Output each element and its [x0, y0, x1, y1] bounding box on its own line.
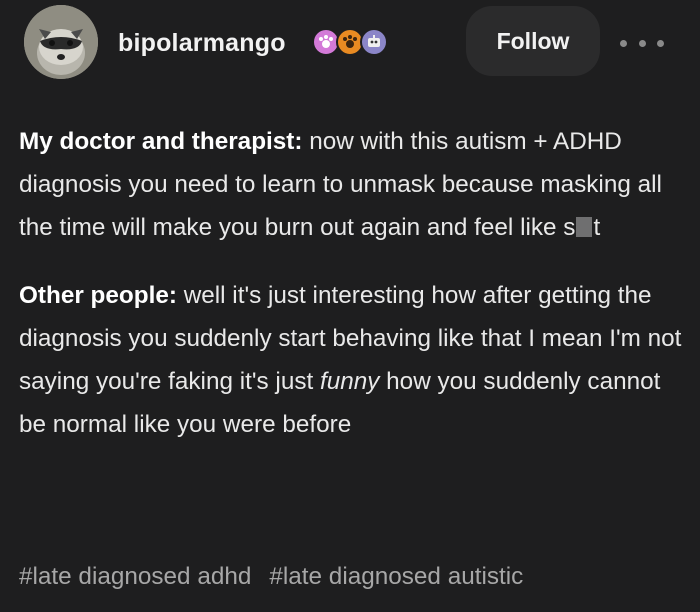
tag-link[interactable]: #late diagnosed adhd [19, 563, 251, 590]
username[interactable]: bipolarmango [118, 29, 286, 58]
post-tags: #late diagnosed adhd #late diagnosed auti… [19, 563, 541, 591]
user-avatar[interactable] [24, 5, 98, 79]
post-paragraph: My doctor and therapist: now with this a… [19, 120, 683, 249]
raccoon-avatar-icon [24, 5, 98, 79]
post-paragraph: Other people: well it's just interesting… [19, 274, 683, 446]
post-header: bipolarmango Follow [0, 0, 700, 90]
censor-block [576, 217, 593, 237]
speaker-label: Other people: [19, 282, 177, 309]
more-options-icon[interactable] [620, 28, 664, 58]
paragraph-text-end: t [593, 214, 601, 241]
speaker-label: My doctor and therapist: [19, 128, 303, 155]
tag-link[interactable]: #late diagnosed autistic [269, 563, 523, 590]
follow-button[interactable]: Follow [466, 6, 600, 76]
post-body: My doctor and therapist: now with this a… [19, 120, 683, 446]
emphasis-text: funny [319, 368, 380, 395]
robot-badge-icon[interactable] [360, 28, 388, 56]
